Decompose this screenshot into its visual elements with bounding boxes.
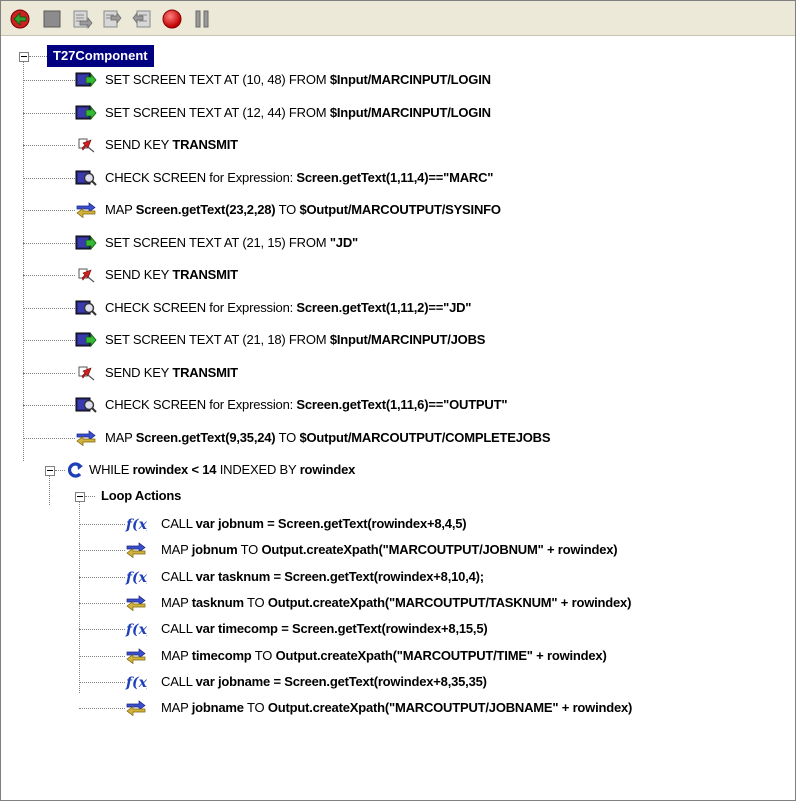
loop-action-row-4[interactable]: MAP tasknum TO Output.createXpath("MARCO… (1, 592, 791, 614)
loop-action-row-5[interactable]: f(x) CALL var timecomp = Screen.getText(r… (1, 618, 791, 640)
send-key-icon (75, 364, 97, 382)
map-icon (125, 541, 147, 559)
action-text: CALL var timecomp = Screen.getText(rowin… (161, 621, 488, 637)
map-icon (75, 429, 97, 447)
action-text: SEND KEY TRANSMIT (105, 364, 238, 380)
set-screen-text-icon (75, 234, 97, 252)
loop-action-row-8[interactable]: MAP jobname TO Output.createXpath("MARCO… (1, 697, 791, 719)
svg-text:f(x): f(x) (125, 622, 147, 638)
collapse-toggle[interactable] (45, 466, 55, 476)
map-icon (125, 647, 147, 665)
check-screen-icon (75, 396, 97, 414)
loop-action-row-2[interactable]: MAP jobnum TO Output.createXpath("MARCOU… (1, 539, 791, 561)
loop-action-row-1[interactable]: f(x) CALL var jobnum = Screen.getText(row… (1, 513, 791, 535)
action-row-4[interactable]: CHECK SCREEN for Expression: Screen.getT… (1, 167, 791, 189)
breakpoint-icon[interactable] (161, 8, 183, 30)
action-text: SEND KEY TRANSMIT (105, 267, 238, 282)
run-arrow-icon[interactable] (9, 8, 31, 30)
action-text: CHECK SCREEN for Expression: Screen.getT… (105, 169, 494, 185)
while-loop-row[interactable]: WHILE rowindex < 14 INDEXED BY rowindex (1, 459, 781, 481)
map-icon (125, 699, 147, 717)
check-screen-icon (75, 169, 97, 187)
action-row-1[interactable]: SET SCREEN TEXT AT (10, 48) FROM $Input/… (1, 69, 791, 91)
action-text: MAP jobnum TO Output.createXpath("MARCOU… (161, 542, 618, 558)
step-out-icon[interactable] (131, 8, 153, 30)
action-row-3[interactable]: SEND KEY TRANSMIT (1, 134, 791, 156)
action-text: SET SCREEN TEXT AT (21, 15) FROM "JD" (105, 234, 358, 250)
map-icon (75, 201, 97, 219)
loop-icon (65, 461, 87, 479)
action-text: CALL var jobnum = Screen.getText(rowinde… (161, 516, 467, 531)
action-row-11[interactable]: CHECK SCREEN for Expression: Screen.getT… (1, 394, 791, 416)
action-row-10[interactable]: SEND KEY TRANSMIT (1, 362, 791, 384)
action-text: CHECK SCREEN for Expression: Screen.getT… (105, 397, 508, 412)
action-text: SET SCREEN TEXT AT (12, 44) FROM $Input/… (105, 104, 491, 120)
set-screen-text-icon (75, 104, 97, 122)
action-text: MAP Screen.getText(23,2,28) TO $Output/M… (105, 202, 501, 217)
stop-square-icon[interactable] (41, 8, 63, 30)
tree-root[interactable]: T27Component (1, 45, 301, 67)
action-text: MAP tasknum TO Output.createXpath("MARCO… (161, 594, 632, 610)
action-row-9[interactable]: SET SCREEN TEXT AT (21, 18) FROM $Input/… (1, 329, 791, 351)
svg-text:f(x): f(x) (125, 517, 147, 533)
loop-action-row-3[interactable]: f(x) CALL var tasknum = Screen.getText(ro… (1, 566, 791, 588)
action-row-12[interactable]: MAP Screen.getText(9,35,24) TO $Output/M… (1, 427, 791, 449)
check-screen-icon (75, 299, 97, 317)
action-row-6[interactable]: SET SCREEN TEXT AT (21, 15) FROM "JD" (1, 232, 791, 254)
action-row-7[interactable]: SEND KEY TRANSMIT (1, 264, 791, 286)
function-icon: f(x) (125, 515, 154, 533)
step-over-icon[interactable] (71, 8, 93, 30)
set-screen-text-icon (75, 331, 97, 349)
loop-actions-row[interactable]: Loop Actions (1, 485, 301, 507)
action-text: MAP Screen.getText(9,35,24) TO $Output/M… (105, 429, 551, 445)
svg-text:f(x): f(x) (125, 675, 147, 691)
function-icon: f(x) (125, 673, 154, 691)
collapse-toggle[interactable] (19, 52, 29, 62)
while-loop-label: WHILE rowindex < 14 INDEXED BY rowindex (89, 462, 356, 477)
send-key-icon (75, 136, 97, 154)
action-row-8[interactable]: CHECK SCREEN for Expression: Screen.getT… (1, 297, 791, 319)
action-row-5[interactable]: MAP Screen.getText(23,2,28) TO $Output/M… (1, 199, 791, 221)
action-text: CALL var jobname = Screen.getText(rowind… (161, 673, 487, 689)
pause-icon[interactable] (191, 8, 213, 30)
collapse-toggle[interactable] (75, 492, 85, 502)
action-text: SET SCREEN TEXT AT (21, 18) FROM $Input/… (105, 332, 486, 347)
function-icon: f(x) (125, 620, 154, 638)
action-text: CALL var tasknum = Screen.getText(rowind… (161, 568, 484, 584)
toolbar (1, 1, 795, 36)
loop-action-row-6[interactable]: MAP timecomp TO Output.createXpath("MARC… (1, 645, 791, 667)
svg-text:f(x): f(x) (125, 570, 147, 586)
action-text: SEND KEY TRANSMIT (105, 137, 238, 152)
function-icon: f(x) (125, 568, 154, 586)
send-key-icon (75, 266, 97, 284)
action-text: SET SCREEN TEXT AT (10, 48) FROM $Input/… (105, 72, 491, 87)
action-text: MAP timecomp TO Output.createXpath("MARC… (161, 647, 607, 663)
root-component-label[interactable]: T27Component (47, 45, 154, 67)
action-text: CHECK SCREEN for Expression: Screen.getT… (105, 299, 472, 315)
action-text: MAP jobname TO Output.createXpath("MARCO… (161, 700, 633, 716)
action-row-2[interactable]: SET SCREEN TEXT AT (12, 44) FROM $Input/… (1, 102, 791, 124)
loop-actions-label: Loop Actions (101, 488, 182, 503)
editor-frame: T27Component SET SCREEN TEXT AT (10, 48)… (0, 0, 796, 801)
loop-action-row-7[interactable]: f(x) CALL var jobname = Screen.getText(ro… (1, 671, 791, 693)
set-screen-text-icon (75, 71, 97, 89)
step-into-icon[interactable] (101, 8, 123, 30)
map-icon (125, 594, 147, 612)
